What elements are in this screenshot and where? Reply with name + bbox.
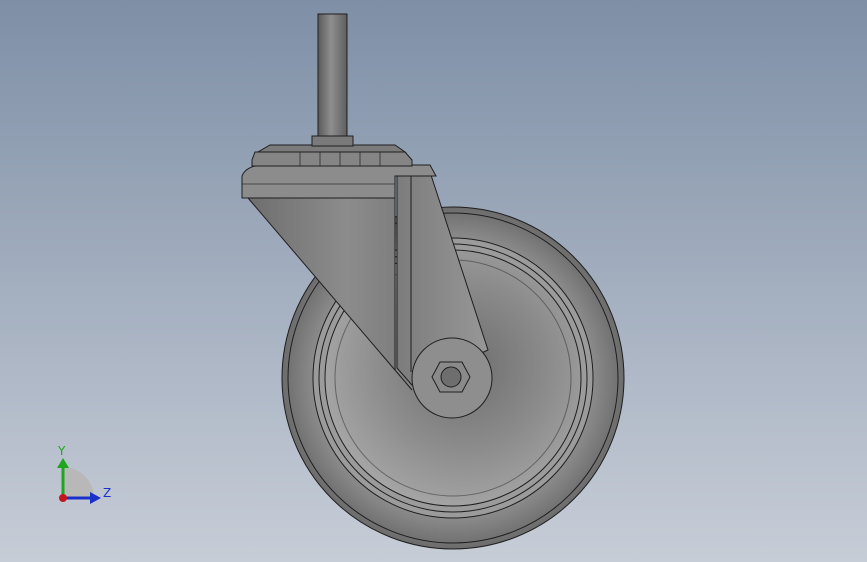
z-axis-label: Z [103, 486, 111, 500]
threaded-stem[interactable] [317, 13, 348, 140]
graphics-viewport[interactable]: Y Z [0, 0, 867, 562]
model-canvas[interactable]: Y Z [0, 0, 867, 562]
y-axis-label: Y [57, 444, 66, 458]
x-axis-dot [59, 494, 67, 502]
bearing-flange[interactable] [251, 151, 413, 167]
